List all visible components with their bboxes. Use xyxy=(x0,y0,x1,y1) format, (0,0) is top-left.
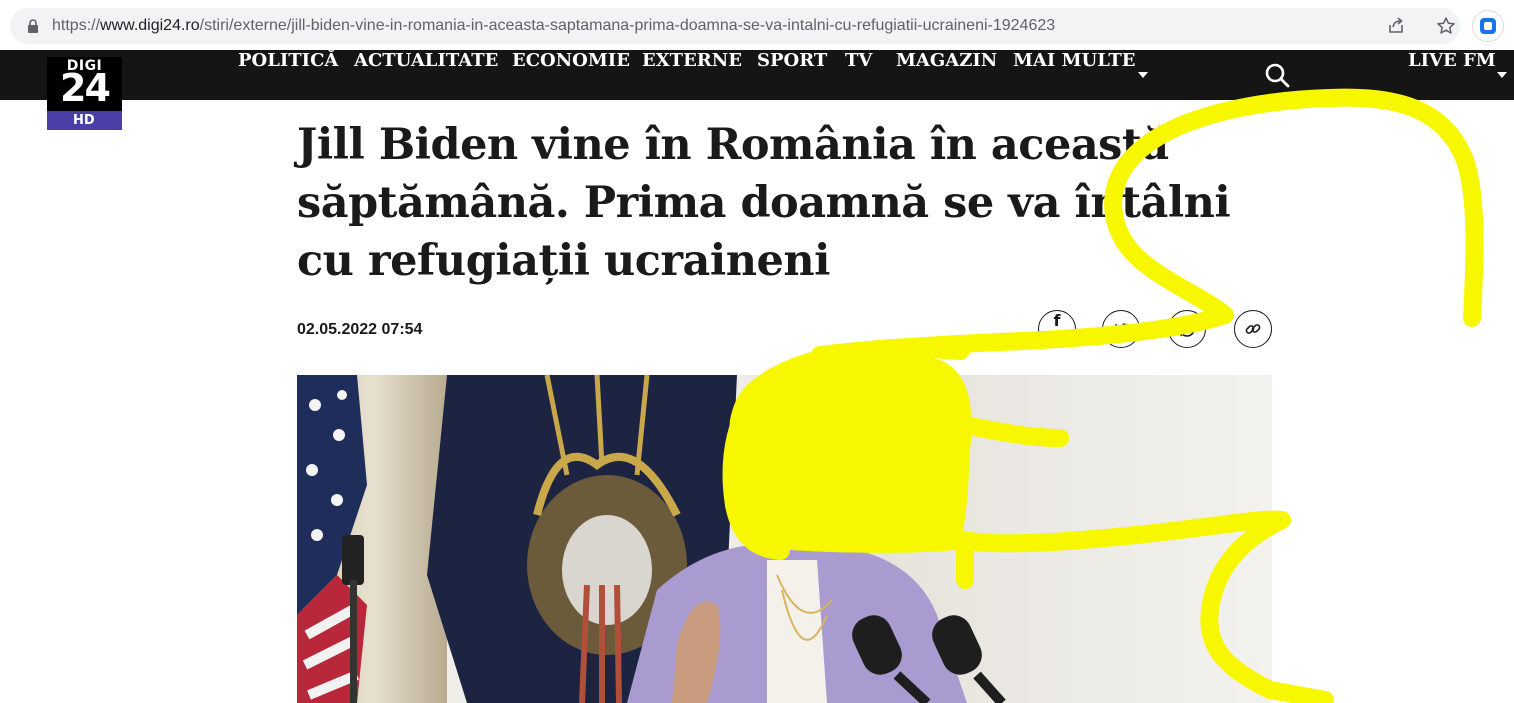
logo-text-24: 24 xyxy=(60,66,111,110)
nav-item-mai-multe[interactable]: MAI MULTE xyxy=(1013,50,1136,100)
twitter-icon xyxy=(1114,323,1128,334)
share-icon[interactable] xyxy=(1386,16,1406,36)
article-headline: Jill Biden vine în România în această să… xyxy=(297,120,1231,286)
extension-icon-dot xyxy=(1484,22,1492,30)
live-fm-chevron-down-icon[interactable] xyxy=(1497,72,1507,78)
browser-toolbar: https://www.digi24.ro/stiri/externe/jill… xyxy=(0,0,1514,50)
copy-link-button[interactable] xyxy=(1234,310,1272,348)
nav-item-tv[interactable]: TV xyxy=(845,50,872,100)
url-path: /stiri/externe/jill-biden-vine-in-romani… xyxy=(199,17,1056,34)
extension-icon[interactable] xyxy=(1472,10,1504,42)
address-bar[interactable]: https://www.digi24.ro/stiri/externe/jill… xyxy=(10,8,1460,44)
share-twitter-button[interactable] xyxy=(1102,310,1140,348)
lock-icon[interactable] xyxy=(26,19,40,33)
star-icon[interactable] xyxy=(1436,16,1456,36)
nav-item-economie[interactable]: ECONOMIE xyxy=(512,50,630,100)
digi24-logo[interactable]: DIGI 24 HD xyxy=(47,57,122,130)
chevron-down-icon[interactable] xyxy=(1138,72,1148,78)
whatsapp-icon xyxy=(1179,321,1195,337)
facebook-icon: f xyxy=(1053,311,1061,330)
article-photo xyxy=(297,375,1272,703)
share-facebook-button[interactable]: f xyxy=(1038,310,1076,348)
url-text[interactable]: https://www.digi24.ro/stiri/externe/jill… xyxy=(52,8,1055,44)
search-icon[interactable] xyxy=(1264,62,1290,88)
link-icon xyxy=(1245,324,1261,334)
share-whatsapp-button[interactable] xyxy=(1168,310,1206,348)
nav-item-politica[interactable]: POLITICĂ xyxy=(238,50,338,100)
nav-item-magazin[interactable]: MAGAZIN xyxy=(896,50,997,100)
nav-item-externe[interactable]: EXTERNE xyxy=(642,50,742,100)
live-fm-link[interactable]: LIVE FM xyxy=(1408,50,1496,100)
article-date: 02.05.2022 07:54 xyxy=(297,321,423,338)
url-host: www.digi24.ro xyxy=(100,17,200,34)
url-prefix: https:// xyxy=(52,17,101,34)
nav-item-sport[interactable]: SPORT xyxy=(757,50,827,100)
nav-item-actualitate[interactable]: ACTUALITATE xyxy=(354,50,498,100)
logo-hd-badge: HD xyxy=(47,111,122,130)
